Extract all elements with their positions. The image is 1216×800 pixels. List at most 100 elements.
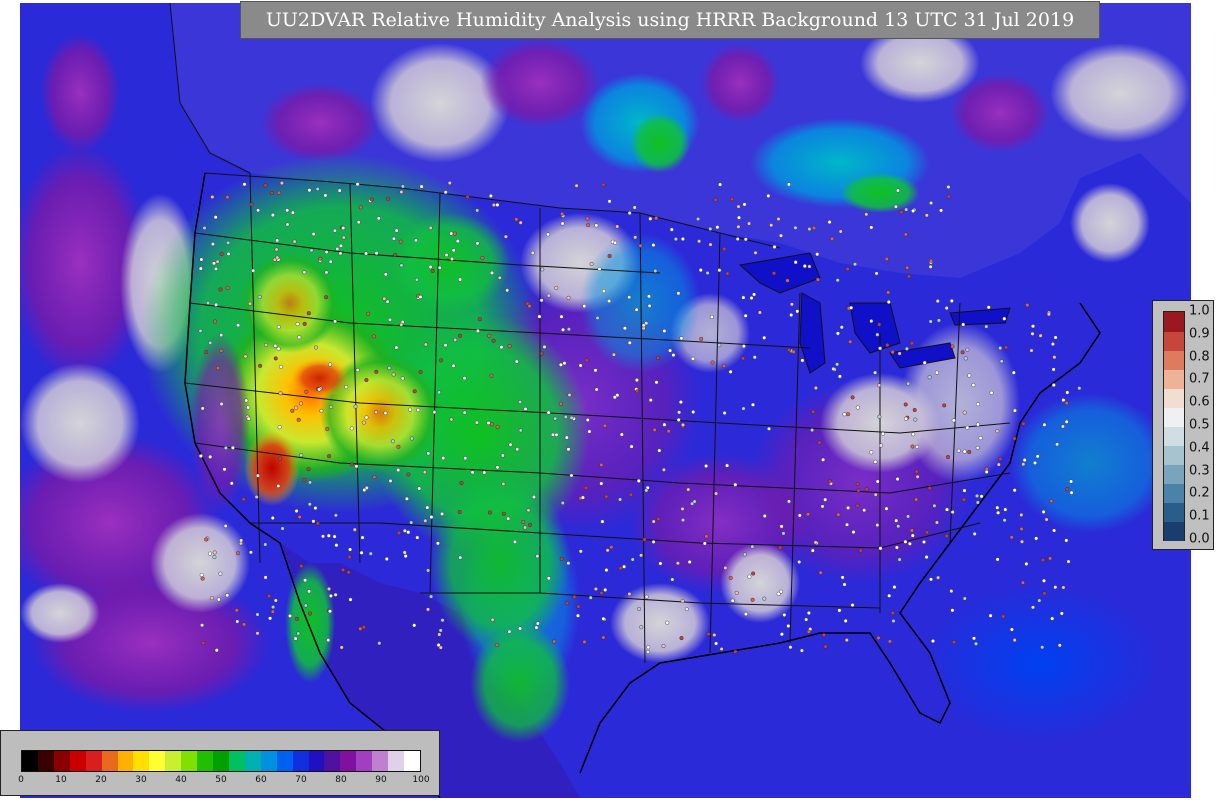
rh-color-segment (244, 751, 262, 771)
station-dot (878, 546, 883, 551)
station-dot (818, 570, 823, 575)
station-dot (627, 340, 632, 345)
station-dot (279, 181, 284, 186)
station-dot (219, 252, 224, 257)
station-dot (275, 238, 280, 243)
diverging-color-segment (1164, 483, 1184, 503)
station-dot (329, 405, 334, 410)
station-dot (935, 299, 940, 304)
station-dot (562, 361, 567, 366)
station-dot (680, 506, 685, 511)
station-dot (294, 509, 299, 514)
station-dot (662, 329, 667, 334)
station-dot (914, 469, 919, 474)
station-dot (995, 505, 1000, 510)
station-dot (873, 370, 878, 375)
station-dot (718, 182, 723, 187)
station-dot (673, 237, 678, 242)
station-dot (714, 641, 719, 646)
station-dot (588, 595, 593, 600)
station-dot (666, 429, 671, 434)
station-dot (399, 322, 404, 327)
station-dot (490, 270, 495, 275)
station-dot (1069, 479, 1074, 484)
station-dot (439, 358, 444, 363)
station-dot (778, 545, 783, 550)
station-dot (952, 640, 957, 645)
station-dot (518, 220, 523, 225)
station-dot (313, 506, 318, 511)
station-dot (779, 632, 784, 637)
station-dot (400, 184, 405, 189)
station-dot (1001, 614, 1006, 619)
station-dot (263, 542, 268, 547)
station-dot (428, 225, 433, 230)
diverging-color-segment (1164, 369, 1184, 389)
station-dot (406, 530, 411, 535)
station-dot (333, 513, 338, 518)
rh-color-segment (308, 751, 325, 771)
station-dot (903, 539, 908, 544)
station-dot (202, 225, 207, 230)
station-dot (946, 184, 951, 189)
station-dot (946, 455, 951, 460)
station-dot (665, 620, 670, 625)
diverging-color-segment (1164, 464, 1184, 484)
station-dot (1009, 535, 1014, 540)
station-dot (984, 469, 989, 474)
station-dot (435, 541, 440, 546)
station-dot (512, 539, 517, 544)
station-dot (463, 456, 468, 461)
rh-color-segment (276, 751, 294, 771)
station-dot (546, 576, 551, 581)
station-dot (482, 470, 487, 475)
station-dot (403, 554, 408, 559)
station-dot (676, 417, 681, 422)
station-dot (353, 404, 358, 409)
station-dot (644, 321, 649, 326)
rh-color-segment (228, 751, 246, 771)
station-dot (604, 494, 609, 499)
station-dot (255, 631, 260, 636)
station-dot (288, 613, 293, 618)
station-dot (527, 304, 532, 309)
station-dot (733, 649, 738, 654)
station-dot (1020, 539, 1025, 544)
station-dot (364, 378, 369, 383)
station-dot (437, 632, 442, 637)
station-dot (890, 610, 895, 615)
station-dot (514, 359, 519, 364)
station-dot (679, 636, 684, 641)
rh-color-segment (101, 751, 118, 771)
station-dot (998, 346, 1003, 351)
diverging-color-segment (1164, 388, 1184, 408)
station-dot (807, 227, 812, 232)
station-dot (686, 487, 691, 492)
station-dot (276, 325, 281, 330)
station-dot (215, 259, 220, 264)
station-dot (1012, 488, 1017, 493)
station-dot (268, 616, 273, 621)
station-dot (999, 359, 1004, 364)
station-dot (885, 343, 890, 348)
station-dot (415, 535, 420, 540)
station-dot (1061, 398, 1066, 403)
station-dot (569, 415, 574, 420)
station-dot (417, 486, 422, 491)
station-dot (996, 510, 1001, 515)
station-dot (1021, 462, 1026, 467)
station-dot (458, 277, 463, 282)
station-dot (400, 376, 405, 381)
station-dot (402, 550, 407, 555)
station-dot (226, 240, 231, 245)
station-dot (741, 356, 746, 361)
station-dot (406, 472, 411, 477)
station-dot (890, 350, 895, 355)
station-dot (800, 358, 805, 363)
station-dot (627, 295, 632, 300)
diverging-tick-label: 0.4 (1189, 440, 1210, 456)
station-dot (734, 591, 739, 596)
station-dot (757, 310, 762, 315)
station-dot (864, 487, 869, 492)
rh-color-segment (388, 751, 405, 771)
